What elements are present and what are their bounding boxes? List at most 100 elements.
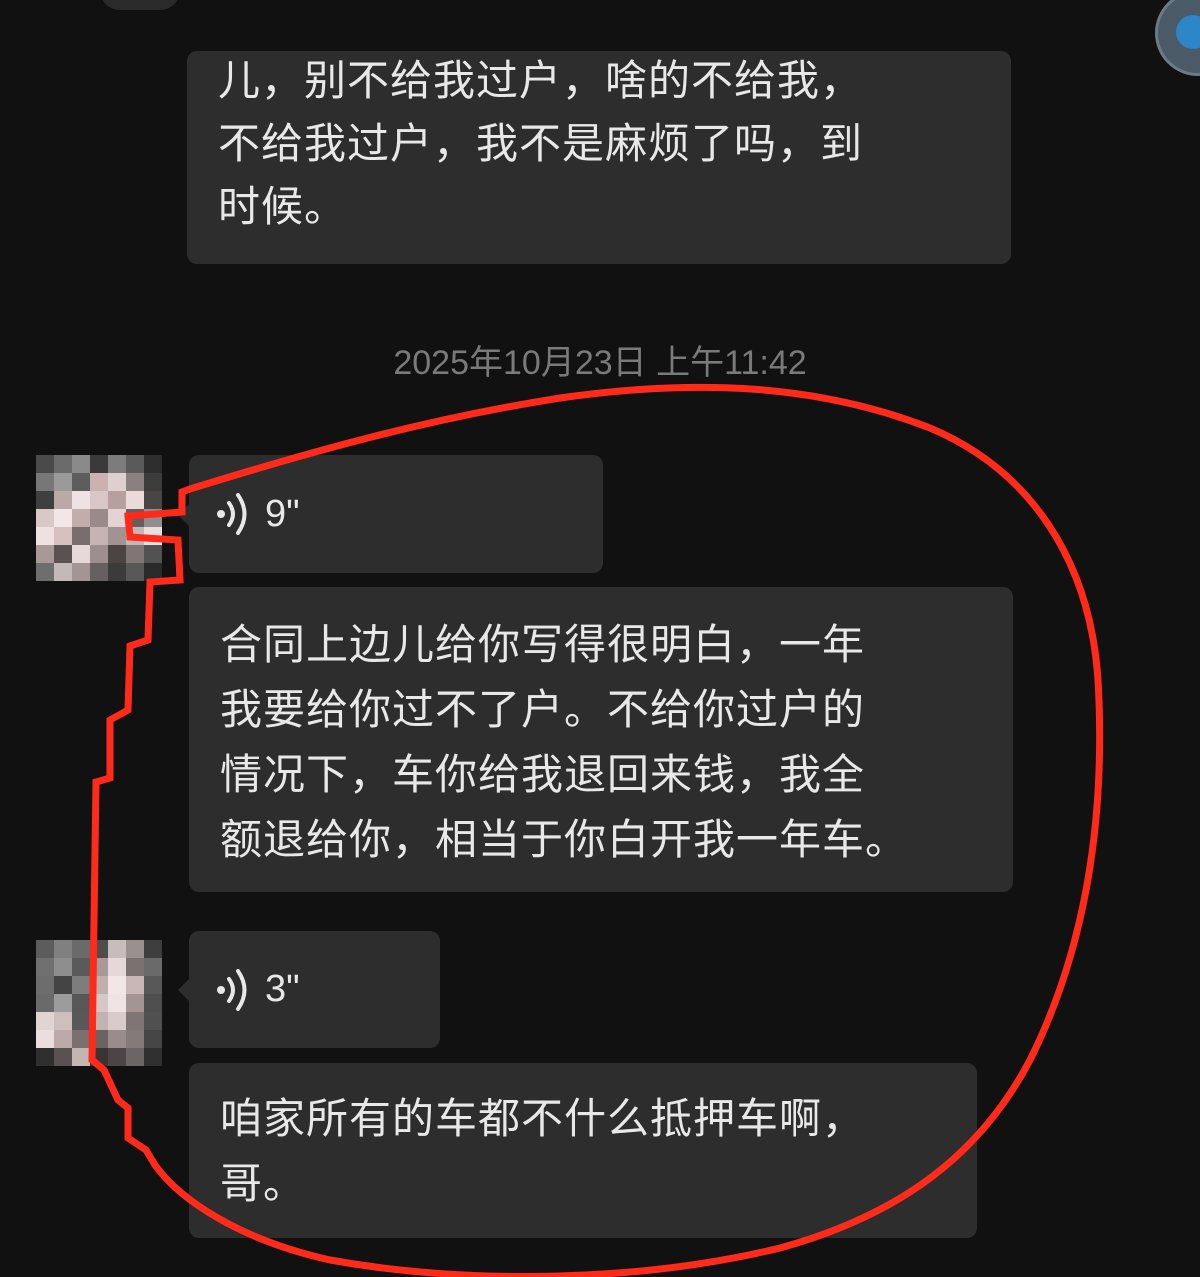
voice-duration: 3": [265, 968, 300, 1010]
avatar-pixel: [72, 455, 90, 473]
avatar-pixel: [36, 491, 54, 509]
avatar-pixel: [90, 527, 108, 545]
avatar-pixel: [108, 994, 126, 1012]
avatar-pixel: [144, 1048, 162, 1066]
avatar-pixel: [36, 940, 54, 958]
avatar-pixel: [108, 455, 126, 473]
avatar-pixel: [90, 455, 108, 473]
avatar-pixel: [90, 1030, 108, 1048]
voice-duration: 9": [265, 492, 300, 535]
avatar-pixel: [36, 563, 54, 581]
avatar-pixel: [126, 527, 144, 545]
avatar-pixel: [72, 940, 90, 958]
avatar-pixel: [108, 958, 126, 976]
avatar-pixel: [90, 563, 108, 581]
avatar-pixel: [54, 545, 72, 563]
avatar-pixel: [126, 509, 144, 527]
avatar-pixel: [144, 563, 162, 581]
avatar-pixel: [90, 509, 108, 527]
avatar-pixel: [54, 527, 72, 545]
avatar-pixel: [54, 940, 72, 958]
avatar-pixel: [144, 473, 162, 491]
avatar-pixel: [54, 958, 72, 976]
avatar-pixel: [72, 994, 90, 1012]
avatar-pixel: [72, 1012, 90, 1030]
message-bubble[interactable]: 合同上边儿给你写得很明白，一年 我要给你过不了户。不给你过户的 情况下，车你给我…: [189, 587, 1013, 892]
avatar-pixel: [90, 545, 108, 563]
avatar-pixel: [126, 1048, 144, 1066]
avatar-pixel: [72, 1048, 90, 1066]
avatar-pixel: [108, 1030, 126, 1048]
avatar-pixel: [108, 509, 126, 527]
avatar-pixel: [72, 1030, 90, 1048]
avatar[interactable]: [36, 455, 162, 581]
avatar-pixel: [126, 563, 144, 581]
avatar-pixel: [108, 976, 126, 994]
cutoff-avatar: [100, 0, 180, 10]
message-bubble[interactable]: 儿，别不给我过户，啥的不给我， 不给我过户，我不是麻烦了吗，到 时候。: [187, 51, 1011, 264]
avatar-pixel: [36, 1030, 54, 1048]
avatar-pixel: [90, 958, 108, 976]
avatar-pixel: [54, 491, 72, 509]
avatar-pixel: [126, 491, 144, 509]
avatar-pixel: [108, 1048, 126, 1066]
avatar-pixel: [90, 994, 108, 1012]
avatar-pixel: [36, 976, 54, 994]
avatar-pixel: [36, 509, 54, 527]
avatar-pixel: [126, 1030, 144, 1048]
message-text: 咱家所有的车都不什么抵押车啊， 哥。: [220, 1094, 866, 1208]
avatar-pixel: [108, 563, 126, 581]
avatar-pixel: [108, 545, 126, 563]
voice-message[interactable]: 9": [189, 455, 603, 573]
avatar-pixel: [144, 527, 162, 545]
avatar-pixel: [54, 455, 72, 473]
avatar-pixel: [72, 958, 90, 976]
avatar-pixel: [54, 473, 72, 491]
avatar-pixel: [108, 527, 126, 545]
avatar-pixel: [126, 958, 144, 976]
avatar-pixel: [144, 455, 162, 473]
voice-message[interactable]: 3": [189, 931, 440, 1048]
avatar-pixel: [72, 976, 90, 994]
avatar-pixel: [144, 545, 162, 563]
avatar-pixel: [144, 940, 162, 958]
avatar-pixel: [108, 1012, 126, 1030]
avatar-pixel: [54, 1030, 72, 1048]
avatar-pixel: [108, 491, 126, 509]
avatar-pixel: [126, 940, 144, 958]
avatar-pixel: [90, 1012, 108, 1030]
avatar-pixel: [144, 958, 162, 976]
avatar-pixel: [54, 1012, 72, 1030]
avatar-pixel: [54, 509, 72, 527]
avatar[interactable]: [36, 940, 162, 1066]
message-text: 儿，别不给我过户，啥的不给我， 不给我过户，我不是麻烦了吗，到 时候。: [218, 56, 864, 231]
message-timestamp: 2025年10月23日 上午11:42: [393, 344, 807, 382]
avatar-pixel: [36, 1012, 54, 1030]
avatar-pixel: [36, 473, 54, 491]
message-text: 合同上边儿给你写得很明白，一年 我要给你过不了户。不给你过户的 情况下，车你给我…: [220, 620, 909, 864]
avatar-pixel: [72, 527, 90, 545]
avatar-pixel: [108, 473, 126, 491]
avatar-pixel: [90, 491, 108, 509]
avatar-pixel: [90, 976, 108, 994]
avatar-pixel: [108, 940, 126, 958]
floating-assist-button[interactable]: [1155, 0, 1200, 76]
avatar-pixel: [90, 473, 108, 491]
avatar-pixel: [36, 958, 54, 976]
avatar-pixel: [126, 455, 144, 473]
voice-wave-icon: [217, 493, 247, 535]
voice-wave-icon: [217, 968, 247, 1011]
avatar-pixel: [72, 509, 90, 527]
avatar-pixel: [126, 976, 144, 994]
avatar-pixel: [126, 473, 144, 491]
avatar-pixel: [144, 994, 162, 1012]
assist-icon: [1176, 15, 1200, 49]
message-bubble[interactable]: 咱家所有的车都不什么抵押车啊， 哥。: [189, 1063, 977, 1238]
cutoff-text: “ ”: [380, 0, 434, 14]
avatar-pixel: [144, 509, 162, 527]
avatar-pixel: [126, 994, 144, 1012]
avatar-pixel: [126, 545, 144, 563]
avatar-pixel: [36, 994, 54, 1012]
avatar-pixel: [72, 563, 90, 581]
avatar-pixel: [36, 545, 54, 563]
